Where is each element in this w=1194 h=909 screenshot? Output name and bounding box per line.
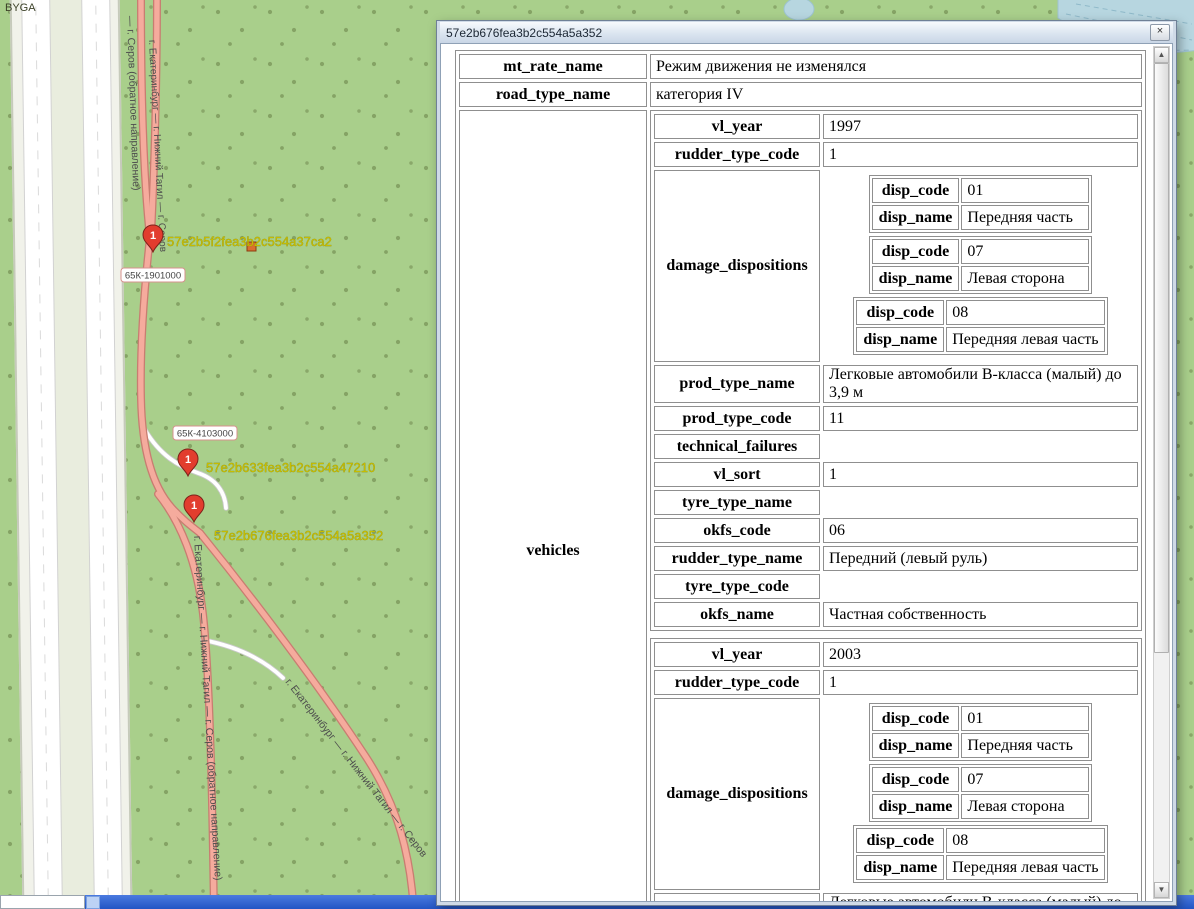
disp-name-label: disp_name [856,855,944,880]
field-key: technical_failures [654,434,820,459]
disp-name-label: disp_name [872,733,960,758]
disp-code-value: 08 [946,828,1104,853]
pin-count: 1 [191,500,197,512]
field-key: okfs_name [654,602,820,627]
disp-name-value: Левая сторона [961,794,1089,819]
disposition-table: disp_code 08 disp_name Передняя левая ча… [853,297,1107,355]
field-key: okfs_code [654,518,820,543]
field-value: Передний (левый руль) [823,546,1138,571]
damage-cell: disp_code 01 disp_name Передняя часть di… [823,698,1138,890]
map-attribution-box [0,895,85,909]
field-value: категория IV [650,82,1142,107]
field-key: prod_type_code [654,406,820,431]
record-row: mt_rate_name Режим движения не изменялся [459,54,1142,79]
field-value: Легковые автомобили В-класса (малый) до … [823,893,1138,902]
close-button[interactable]: × [1150,24,1170,41]
object-label-a[interactable]: 57e2b5f2fea3b2c554a37ca2 [167,234,332,249]
field-key: road_type_name [459,82,647,107]
field-value: Режим движения не изменялся [650,54,1142,79]
disp-name-label: disp_name [856,327,944,352]
disposition-table: disp_code 07 disp_name Левая сторона [869,236,1093,294]
object-label-b[interactable]: 57e2b633fea3b2c554a47210 [206,460,375,475]
window-titlebar[interactable]: 57e2b676fea3b2c554a5a352 × [440,22,1173,43]
vertical-scrollbar[interactable]: ▲ ▼ [1153,46,1170,899]
field-key: vl_year [654,114,820,139]
field-key: mt_rate_name [459,54,647,79]
vehicles-cell: vl_year 1997 rudder_type_code 1 damage_d… [650,110,1142,902]
disp-code-value: 07 [961,239,1089,264]
disp-code-value: 01 [961,178,1089,203]
field-key: rudder_type_code [654,670,820,695]
disp-code-value: 08 [946,300,1104,325]
disp-code-label: disp_code [872,767,960,792]
field-value: Частная собственность [823,602,1138,627]
disp-name-value: Передняя левая часть [946,855,1104,880]
motorway-corridor [10,0,133,909]
field-key: tyre_type_name [654,490,820,515]
field-key: prod_type_name [654,365,820,403]
field-key: rudder_type_code [654,142,820,167]
disposition-table: disp_code 01 disp_name Передняя часть [869,703,1093,761]
disp-code-label: disp_code [872,239,960,264]
scroll-down-icon[interactable]: ▼ [1154,882,1169,898]
disposition-table: disp_code 01 disp_name Передняя часть [869,175,1093,233]
pin-count: 1 [185,454,191,466]
disp-code-label: disp_code [856,828,944,853]
disp-name-value: Левая сторона [961,266,1089,291]
svg-text:65К-1901000: 65К-1901000 [125,271,181,282]
field-value [823,490,1138,515]
svg-text:65К-4103000: 65К-4103000 [177,429,233,440]
field-key: prod_type_name [654,893,820,902]
disp-name-label: disp_name [872,266,960,291]
record-panel: mt_rate_name Режим движения не изменялся… [440,43,1173,902]
scroll-up-icon[interactable]: ▲ [1154,47,1169,63]
disp-code-label: disp_code [872,178,960,203]
vehicles-row: vehicles vl_year 1997 rudder_type_code 1 [459,110,1142,902]
disp-name-value: Передняя часть [961,733,1089,758]
disp-code-label: disp_code [872,706,960,731]
field-key: tyre_type_code [654,574,820,599]
field-key: vl_sort [654,462,820,487]
field-key: rudder_type_name [654,546,820,571]
disp-name-label: disp_name [872,205,960,230]
disp-name-label: disp_name [872,794,960,819]
pin-count: 1 [150,230,156,242]
field-value [823,434,1138,459]
map-watermark: BYGA [5,2,36,14]
damage-cell: disp_code 01 disp_name Передняя часть di… [823,170,1138,362]
disp-code-value: 01 [961,706,1089,731]
vehicles-key: vehicles [459,110,647,902]
disp-code-label: disp_code [856,300,944,325]
road-ref-badge-south: 65К-4103000 [173,426,237,440]
field-value: 1 [823,462,1138,487]
record-row: road_type_name категория IV [459,82,1142,107]
field-value: 1 [823,670,1138,695]
window-title: 57e2b676fea3b2c554a5a352 [446,26,1150,40]
vehicle-table: vl_year 1997 rudder_type_code 1 damage_d… [650,110,1142,631]
object-label-c[interactable]: 57e2b676fea3b2c554a5a352 [214,528,383,543]
disposition-table: disp_code 08 disp_name Передняя левая ча… [853,825,1107,883]
field-key: vl_year [654,642,820,667]
road-ref-badge-north: 65К-1901000 [121,268,185,282]
field-value [823,574,1138,599]
damage-key: damage_dispositions [654,698,820,890]
field-value: 11 [823,406,1138,431]
close-icon: × [1157,25,1163,37]
scrollbar-track[interactable] [1154,63,1169,882]
disp-code-value: 07 [961,767,1089,792]
scrollbar-thumb[interactable] [1154,63,1169,653]
field-value: 1997 [823,114,1138,139]
field-value: 06 [823,518,1138,543]
damage-key: damage_dispositions [654,170,820,362]
field-value: 1 [823,142,1138,167]
record-table: mt_rate_name Режим движения не изменялся… [455,50,1146,902]
disp-name-value: Передняя часть [961,205,1089,230]
field-value: 2003 [823,642,1138,667]
disp-name-value: Передняя левая часть [946,327,1104,352]
vehicle-table: vl_year 2003 rudder_type_code 1 damage_d… [650,638,1142,902]
field-value: Легковые автомобили В-класса (малый) до … [823,365,1138,403]
record-window: 57e2b676fea3b2c554a5a352 × mt_rate_name … [436,20,1177,906]
disposition-table: disp_code 07 disp_name Левая сторона [869,764,1093,822]
taskbar-icon[interactable] [86,896,100,909]
